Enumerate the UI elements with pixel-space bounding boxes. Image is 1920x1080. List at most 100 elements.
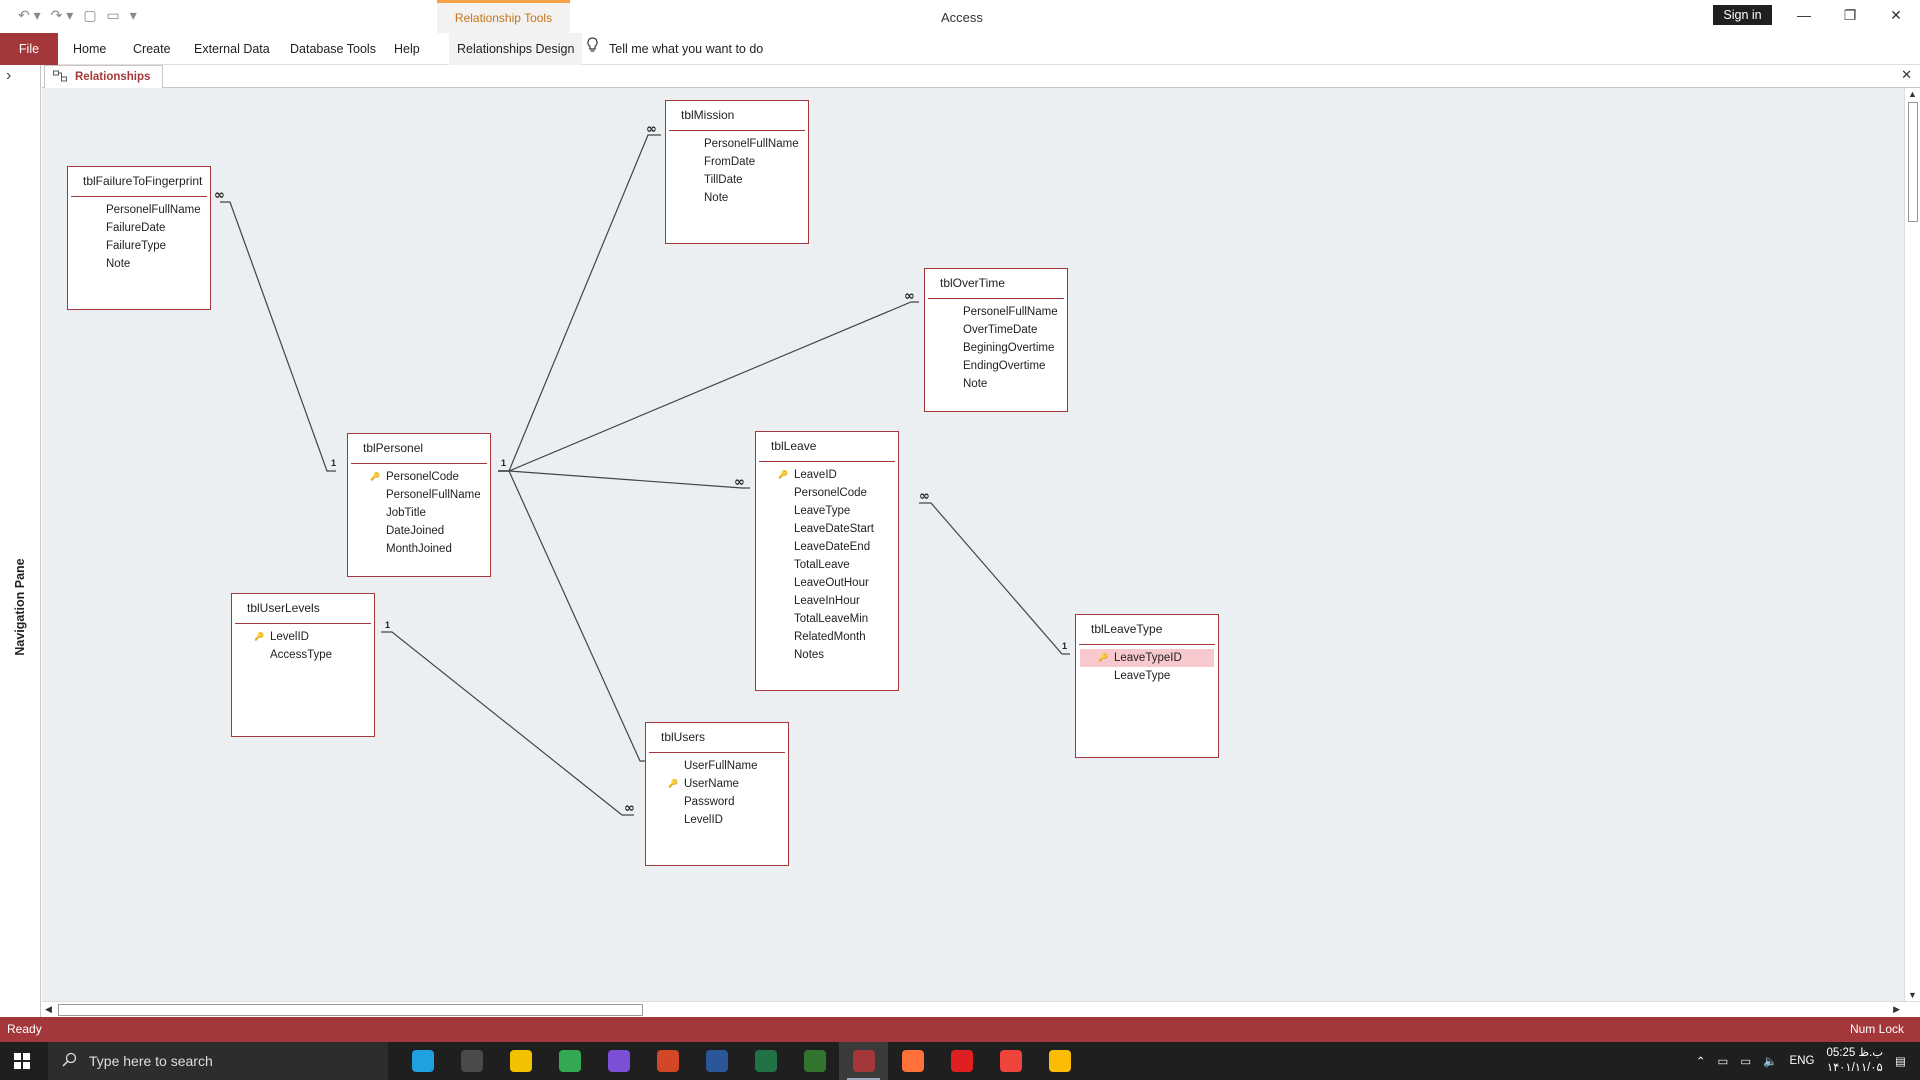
field-row[interactable]: TotalLeave — [760, 556, 894, 574]
restore-icon[interactable]: ❐ — [1839, 4, 1861, 26]
field-row[interactable]: 🔑 LeaveID — [760, 466, 894, 484]
field-row[interactable]: LeaveDateStart — [760, 520, 894, 538]
open-folder-icon[interactable]: ▭ — [107, 7, 120, 24]
scroll-left-icon[interactable]: ◀ — [45, 1004, 52, 1015]
navigation-pane[interactable]: › Navigation Pane — [0, 65, 41, 1017]
notifications-icon[interactable]: ▤ — [1895, 1054, 1906, 1068]
navigation-pane-label[interactable]: Navigation Pane — [13, 547, 27, 667]
table-title[interactable]: tblFailureToFingerprint — [71, 167, 207, 197]
table-tblFailureToFingerprint[interactable]: tblFailureToFingerprint PersonelFullName F… — [67, 166, 211, 310]
clock[interactable]: 05:25 ب.ظ ۱۴۰۱/۱۱/۰۵ — [1826, 1046, 1883, 1076]
edge-icon[interactable] — [398, 1042, 447, 1080]
table-tblLeave[interactable]: tblLeave 🔑 LeaveID PersonelCode LeaveType Lea… — [755, 431, 899, 691]
field-row[interactable]: 🔑 LevelID — [236, 628, 370, 646]
field-row[interactable]: LevelID — [650, 811, 784, 829]
field-row[interactable]: FailureType — [72, 237, 206, 255]
field-row[interactable]: LeaveType — [760, 502, 894, 520]
field-row[interactable]: 🔑 PersonelCode — [352, 468, 486, 486]
table-title[interactable]: tblOverTime — [928, 269, 1064, 299]
field-row[interactable]: LeaveDateEnd — [760, 538, 894, 556]
field-row[interactable]: MonthJoined — [352, 540, 486, 558]
chrome-2-icon[interactable] — [1035, 1042, 1084, 1080]
access-icon[interactable] — [839, 1042, 888, 1080]
field-row[interactable]: PersonelFullName — [72, 201, 206, 219]
table-title[interactable]: tblUserLevels — [235, 594, 371, 624]
field-row[interactable]: 🔑 LeaveTypeID — [1080, 649, 1214, 667]
field-row[interactable]: JobTitle — [352, 504, 486, 522]
field-row[interactable]: AccessType — [236, 646, 370, 664]
tab-relationships[interactable]: Relationships — [44, 65, 164, 88]
tab-external-data[interactable]: External Data — [194, 33, 270, 65]
tab-create[interactable]: Create — [133, 33, 171, 65]
close-window-icon[interactable]: ✕ — [1885, 4, 1907, 26]
chevron-up-icon[interactable]: ⌃ — [1696, 1054, 1706, 1068]
field-row[interactable]: Note — [72, 255, 206, 273]
field-row[interactable]: Password — [650, 793, 784, 811]
field-row[interactable]: PersonelCode — [760, 484, 894, 502]
field-row[interactable]: RelatedMonth — [760, 628, 894, 646]
anydesk-icon[interactable] — [986, 1042, 1035, 1080]
scroll-up-icon[interactable]: ▲ — [1908, 89, 1917, 99]
tell-me-box[interactable]: Tell me what you want to do — [586, 33, 763, 65]
minimize-icon[interactable]: — — [1793, 4, 1815, 26]
field-row[interactable]: 🔑 UserName — [650, 775, 784, 793]
table-title[interactable]: tblUsers — [649, 723, 785, 753]
table-title[interactable]: tblPersonel — [351, 434, 487, 464]
language-indicator[interactable]: ENG — [1790, 1055, 1815, 1067]
tab-help[interactable]: Help — [394, 33, 420, 65]
table-tblPersonel[interactable]: tblPersonel 🔑 PersonelCode PersonelFullName… — [347, 433, 491, 577]
field-row[interactable]: Notes — [760, 646, 894, 664]
table-title[interactable]: tblLeave — [759, 432, 895, 462]
excel-icon[interactable] — [741, 1042, 790, 1080]
flash-app-icon[interactable] — [937, 1042, 986, 1080]
field-row[interactable]: LeaveOutHour — [760, 574, 894, 592]
tab-relationships-design[interactable]: Relationships Design — [449, 33, 583, 65]
customize-qat-icon[interactable]: ▾ — [130, 7, 137, 24]
tor-app-icon[interactable] — [594, 1042, 643, 1080]
taskbar-search[interactable]: Type here to search — [48, 1042, 388, 1080]
field-row[interactable]: PersonelFullName — [352, 486, 486, 504]
table-tblMission[interactable]: tblMission PersonelFullName FromDate TillDa… — [665, 100, 809, 244]
relationships-canvas[interactable]: 1 1 1 1 ∞ ∞ ∞ ∞ ∞ ∞ tblFailureToFingerpr… — [42, 88, 1904, 1001]
table-tblUserLevels[interactable]: tblUserLevels 🔑 LevelID AccessType — [231, 593, 375, 737]
field-row[interactable]: TillDate — [670, 171, 804, 189]
field-row[interactable]: FromDate — [670, 153, 804, 171]
field-row[interactable]: Note — [929, 375, 1063, 393]
tab-file[interactable]: File — [0, 33, 58, 65]
powerpoint-icon[interactable] — [643, 1042, 692, 1080]
field-row[interactable]: PersonelFullName — [670, 135, 804, 153]
close-document-icon[interactable]: ✕ — [1901, 67, 1912, 83]
meet-now-icon[interactable]: ▭ — [1717, 1054, 1728, 1068]
network-icon[interactable]: ▭ — [1740, 1054, 1751, 1068]
windows-start-icon[interactable] — [14, 1053, 30, 1069]
table-title[interactable]: tblMission — [669, 101, 805, 131]
expand-chevron-icon[interactable]: › — [6, 67, 11, 85]
scroll-right-icon[interactable]: ▶ — [1893, 1004, 1900, 1015]
field-row[interactable]: LeaveType — [1080, 667, 1214, 685]
field-row[interactable]: FailureDate — [72, 219, 206, 237]
field-row[interactable]: Note — [670, 189, 804, 207]
file-explorer-icon[interactable] — [496, 1042, 545, 1080]
tab-home[interactable]: Home — [73, 33, 106, 65]
calculator-icon[interactable] — [447, 1042, 496, 1080]
new-file-icon[interactable]: ▢ — [83, 7, 96, 24]
table-tblLeaveType[interactable]: tblLeaveType 🔑 LeaveTypeID LeaveType — [1075, 614, 1219, 758]
firefox-icon[interactable] — [888, 1042, 937, 1080]
word-icon[interactable] — [692, 1042, 741, 1080]
field-row[interactable]: BeginingOvertime — [929, 339, 1063, 357]
field-row[interactable]: DateJoined — [352, 522, 486, 540]
field-row[interactable]: UserFullName — [650, 757, 784, 775]
table-tblOverTime[interactable]: tblOverTime PersonelFullName OverTimeDate B… — [924, 268, 1068, 412]
volume-icon[interactable]: 🔈 — [1763, 1054, 1777, 1068]
vertical-scroll-thumb[interactable] — [1908, 102, 1918, 222]
sign-in-button[interactable]: Sign in — [1713, 5, 1772, 25]
undo-icon[interactable]: ↶ ▾ — [18, 7, 41, 24]
table-tblUsers[interactable]: tblUsers UserFullName 🔑 UserName Password Lev… — [645, 722, 789, 866]
field-row[interactable]: EndingOvertime — [929, 357, 1063, 375]
project-icon[interactable] — [790, 1042, 839, 1080]
horizontal-scroll-thumb[interactable] — [58, 1004, 643, 1016]
vertical-scrollbar[interactable]: ▲ ▼ — [1904, 88, 1920, 1001]
table-title[interactable]: tblLeaveType — [1079, 615, 1215, 645]
horizontal-scrollbar[interactable]: ◀ ▶ — [42, 1001, 1920, 1017]
field-row[interactable]: OverTimeDate — [929, 321, 1063, 339]
